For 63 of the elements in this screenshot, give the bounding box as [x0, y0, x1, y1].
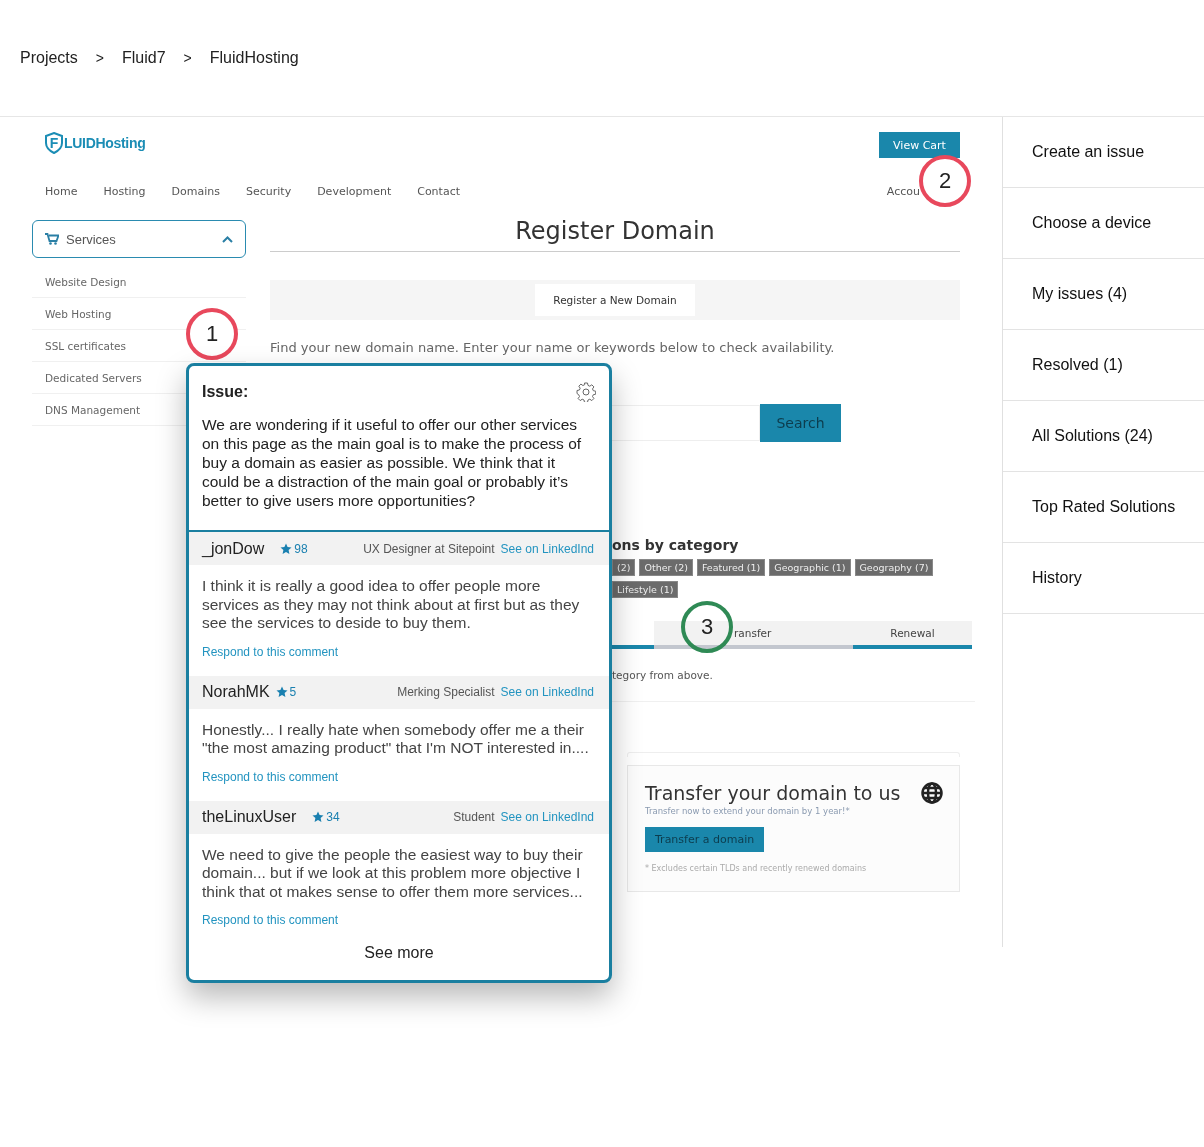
page-heading: Register Domain — [270, 217, 960, 252]
reputation-score: 34 — [326, 810, 340, 824]
comment-author: _jonDow — [202, 539, 265, 558]
settings-icon[interactable] — [576, 382, 596, 402]
comment-author: theLinuxUser — [202, 808, 297, 826]
comment-text: Honestly... I really hate when somebody offer me a their "the most amazing product" that I'm NOT interested in.... — [202, 720, 590, 758]
nav-link[interactable]: Security — [245, 185, 292, 198]
annotation-marker: 2 — [919, 155, 971, 207]
intro-text: Find your new domain name. Enter your name or keywords below to check availability. — [270, 340, 836, 355]
category-tag[interactable]: Geography (7) — [854, 559, 934, 576]
see-more-link[interactable]: See more — [364, 944, 434, 961]
services-menu-item[interactable]: Website Design — [32, 266, 246, 298]
comment-text: I think it is really a good idea to offer people more services as they may not think about at first but as they see the services to deside to buy them. — [202, 577, 581, 633]
breadcrumb-separator: > — [183, 50, 192, 66]
globe-icon — [921, 782, 943, 804]
account-link[interactable]: Accou — [886, 185, 920, 198]
category-tag[interactable]: Geographic (1) — [769, 559, 851, 576]
side-menu-item[interactable]: History — [1003, 543, 1204, 614]
category-tag[interactable]: Featured (1) — [696, 559, 766, 576]
annotation-marker: 1 — [186, 308, 238, 360]
side-menu-item[interactable]: Resolved (1) — [1003, 330, 1204, 401]
side-menu-item[interactable]: Create an issue — [1003, 117, 1204, 188]
star-icon — [312, 811, 325, 823]
comment-author: NorahMK — [202, 683, 270, 701]
nav-link[interactable]: Domains — [171, 185, 220, 198]
category-tag[interactable]: (2) — [612, 559, 636, 576]
side-menu-item[interactable]: Top Rated Solutions — [1003, 472, 1204, 543]
respond-link[interactable]: Respond to this comment — [202, 644, 339, 659]
view-cart-button[interactable]: View Cart — [879, 132, 960, 158]
services-dropdown[interactable]: Services — [32, 220, 246, 258]
cart-icon — [45, 233, 59, 245]
tab[interactable]: Renewal — [853, 621, 972, 649]
author-role: UX Designer at Sitepoint — [363, 541, 495, 556]
category-tag[interactable]: Other (2) — [639, 559, 693, 576]
card-subtitle: Transfer now to extend your domain by 1 year!* — [645, 806, 851, 816]
respond-link[interactable]: Respond to this comment — [202, 769, 339, 784]
card-footnote: * Excludes certain TLDs and recently renewed domains — [645, 864, 868, 873]
hint-text: tegory from above. — [612, 669, 975, 702]
annotation-marker: 3 — [681, 601, 733, 653]
comment-text: We need to give the people the easiest way to buy their domain... but if we look at this problem more objective I think that ot makes sense to offer them more services... — [202, 845, 584, 901]
side-menu-item[interactable]: My issues (4) — [1003, 259, 1204, 330]
author-role: Student — [453, 810, 495, 824]
reputation-score: 5 — [289, 685, 297, 699]
star-icon — [280, 542, 293, 555]
respond-link[interactable]: Respond to this comment — [202, 913, 339, 927]
breadcrumb-link[interactable]: Fluid7 — [122, 49, 166, 67]
reputation-score: 98 — [294, 541, 308, 556]
logo[interactable]: F LUIDHosting — [44, 132, 146, 154]
star-icon — [275, 686, 288, 698]
nav-link[interactable]: Hosting — [103, 185, 146, 198]
category-tag[interactable]: Lifestyle (1) — [612, 581, 679, 598]
breadcrumb-separator: > — [95, 50, 104, 66]
nav-link[interactable]: Home — [45, 185, 78, 198]
breadcrumb-link[interactable]: Projects — [20, 49, 78, 67]
categories-heading: ons by category — [612, 537, 740, 553]
author-role: Merking Specialist — [397, 685, 495, 699]
nav-link[interactable]: Contact — [417, 185, 460, 198]
card-title: Transfer your domain to us — [645, 782, 901, 804]
side-menu-item[interactable]: All Solutions (24) — [1003, 401, 1204, 472]
nav-link[interactable]: Development — [317, 185, 392, 198]
tab[interactable]: Register a New Domain — [535, 284, 695, 316]
side-menu-item[interactable]: Choose a device — [1003, 188, 1204, 259]
breadcrumb-link[interactable]: FluidHosting — [209, 49, 299, 67]
